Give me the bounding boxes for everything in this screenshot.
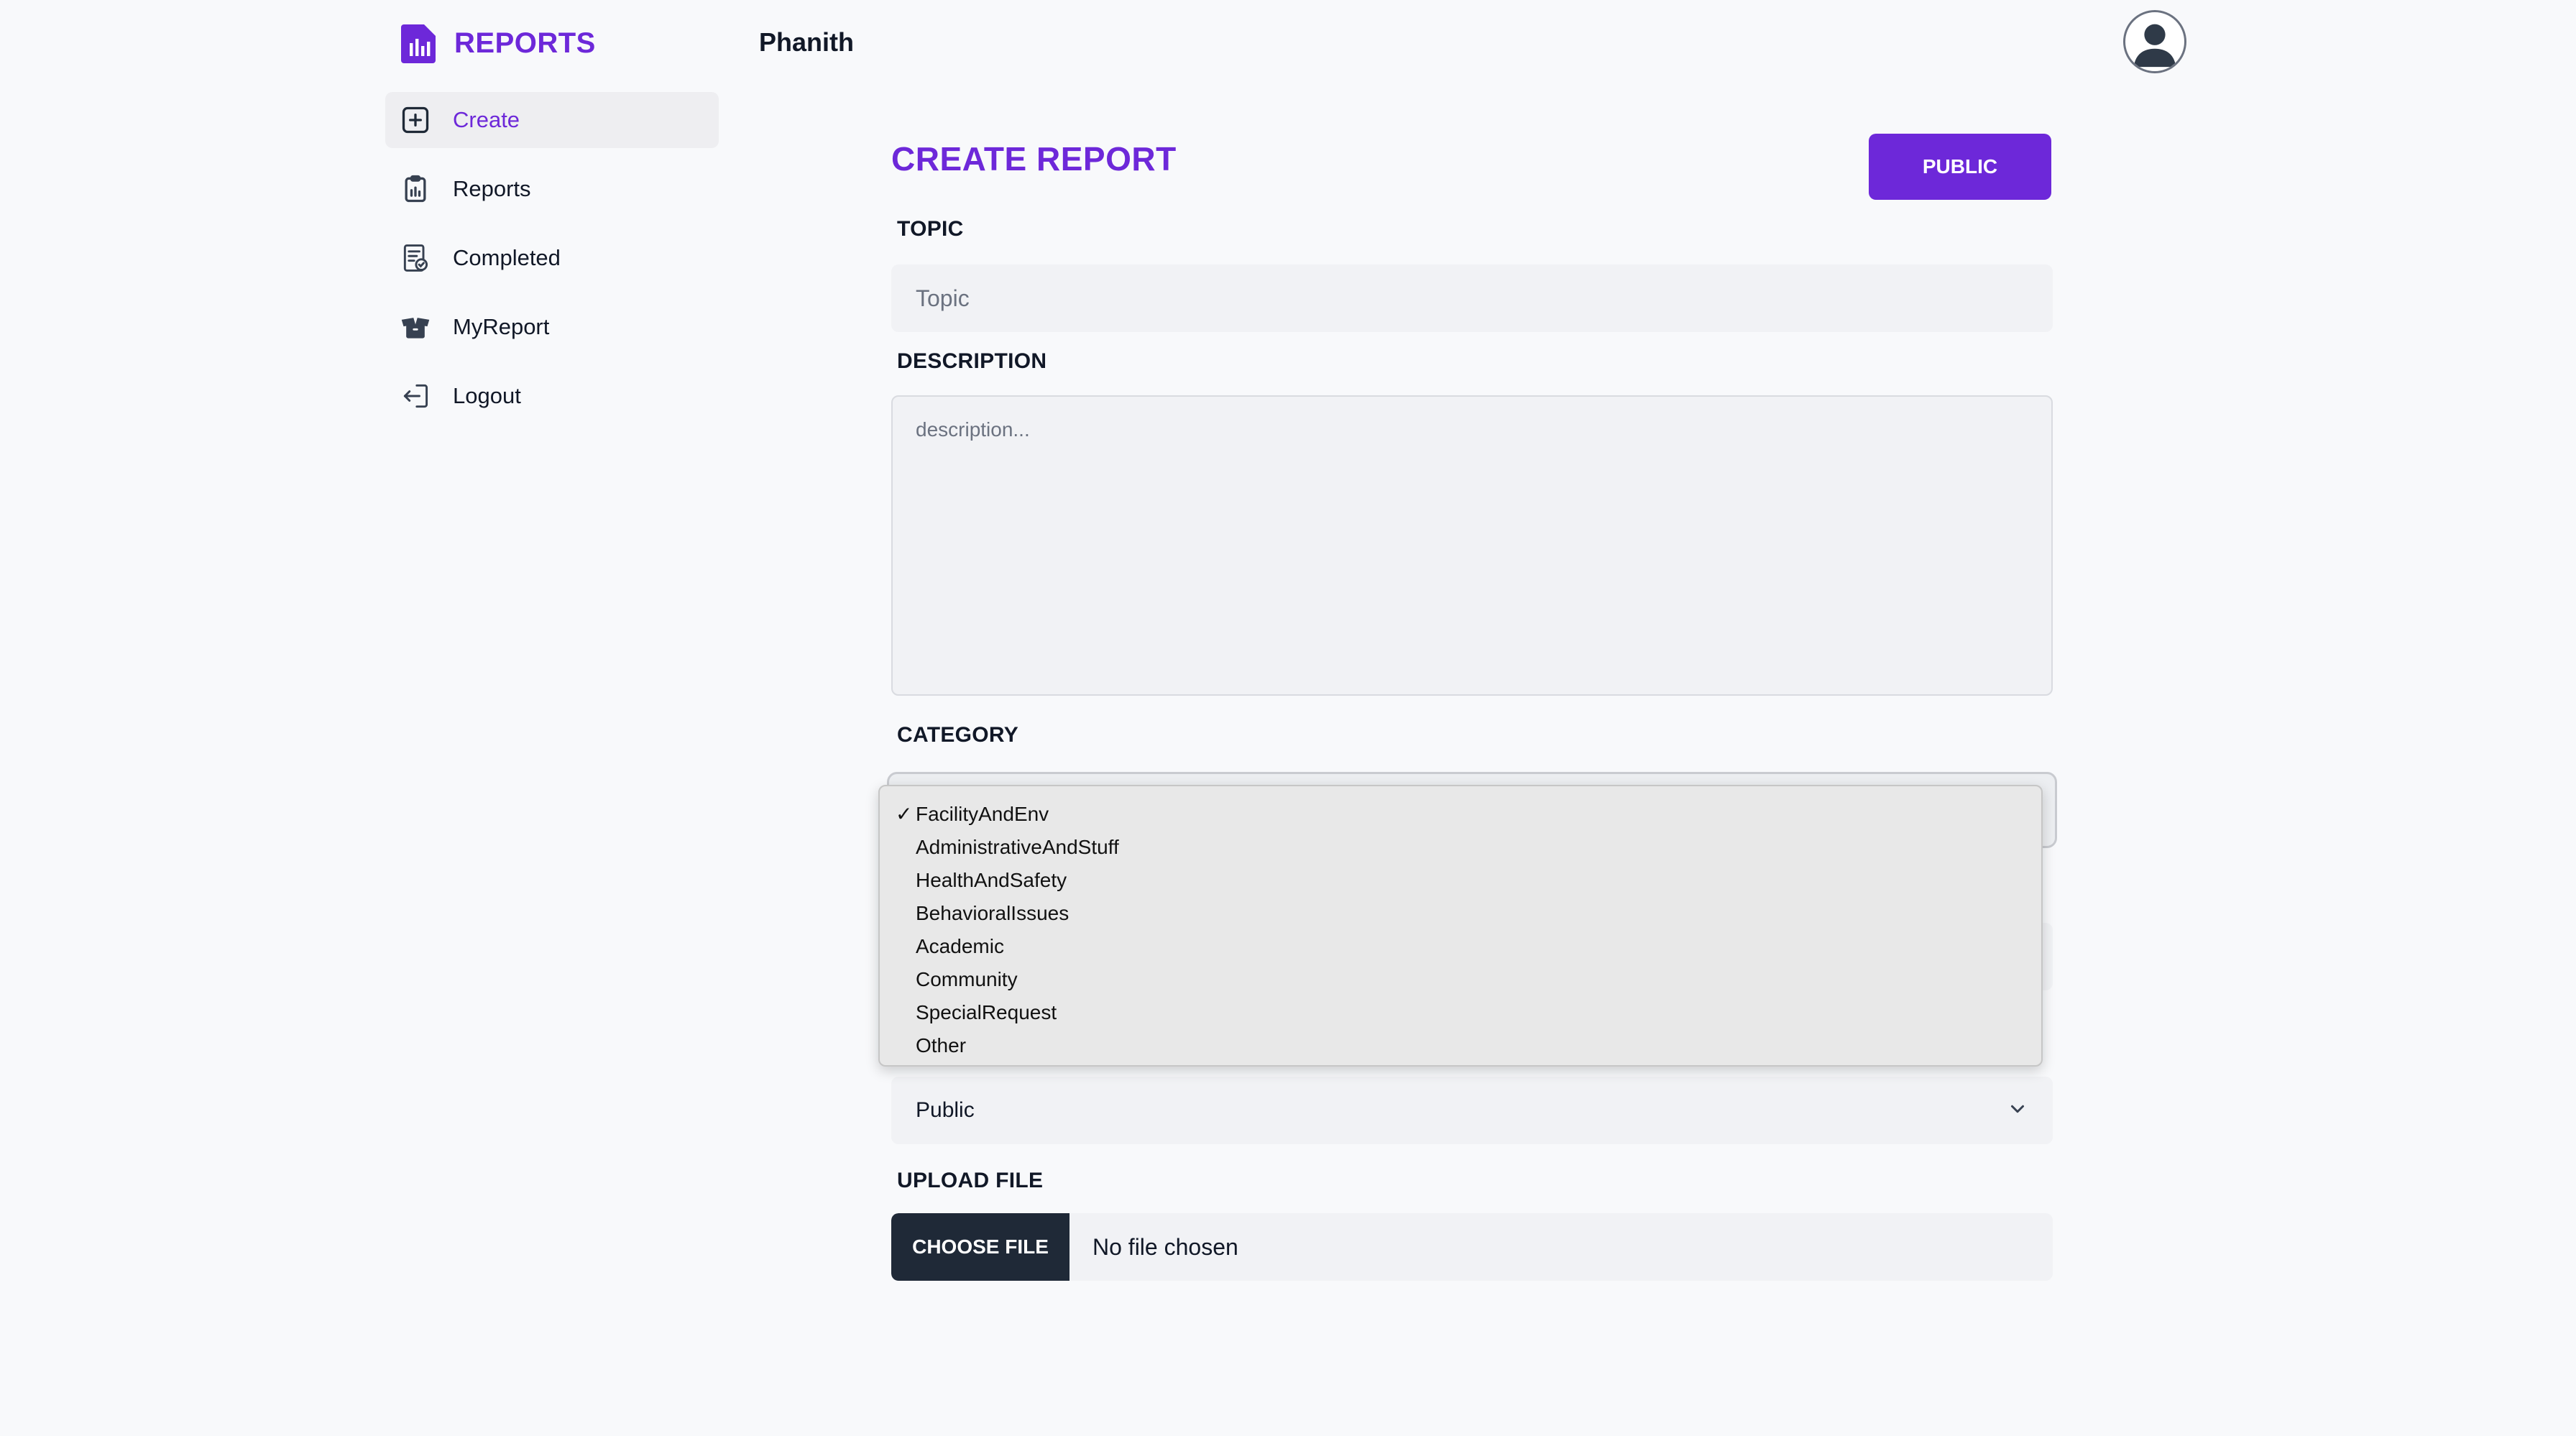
category-option[interactable]: SpecialRequest bbox=[880, 996, 2041, 1029]
checkmark-icon: ✓ bbox=[896, 803, 913, 825]
category-option-label: BehavioralIssues bbox=[916, 902, 1070, 924]
category-option-label: AdministrativeAndStuff bbox=[916, 836, 1119, 858]
category-option[interactable]: Academic bbox=[880, 930, 2041, 963]
sidebar-item-completed[interactable]: Completed bbox=[385, 230, 719, 286]
user-name: Phanith bbox=[759, 27, 854, 57]
sidebar-item-label: Reports bbox=[453, 176, 531, 201]
document-check-icon bbox=[398, 241, 433, 275]
upload-file-label: UPLOAD FILE bbox=[897, 1169, 1044, 1192]
sidebar-item-label: MyReport bbox=[453, 314, 550, 339]
brand-title: REPORTS bbox=[454, 27, 596, 59]
sidebar-item-label: Create bbox=[453, 107, 520, 132]
user-avatar[interactable] bbox=[2123, 10, 2186, 73]
sidebar-item-logout[interactable]: Logout bbox=[385, 368, 719, 424]
report-document-icon bbox=[400, 22, 440, 65]
category-option-label: Community bbox=[916, 968, 1018, 990]
category-option[interactable]: ✓ FacilityAndEnv bbox=[880, 798, 2041, 831]
description-label: DESCRIPTION bbox=[897, 349, 1047, 373]
category-option[interactable]: HealthAndSafety bbox=[880, 864, 2041, 897]
clipboard-chart-icon bbox=[398, 172, 433, 206]
topic-label: TOPIC bbox=[897, 217, 964, 241]
user-avatar-icon bbox=[2133, 24, 2176, 68]
visibility-select[interactable]: Public bbox=[891, 1077, 2053, 1144]
page-title: CREATE REPORT bbox=[891, 140, 1177, 178]
category-option[interactable]: Community bbox=[880, 963, 2041, 996]
category-option-label: Academic bbox=[916, 935, 1004, 957]
sidebar-item-label: Completed bbox=[453, 245, 561, 270]
file-status-text: No file chosen bbox=[1092, 1233, 1238, 1260]
sidebar-item-create[interactable]: Create bbox=[385, 92, 719, 148]
category-option[interactable]: BehavioralIssues bbox=[880, 897, 2041, 930]
sidebar-item-reports[interactable]: Reports bbox=[385, 161, 719, 217]
file-upload-field[interactable]: CHOOSE FILE No file chosen bbox=[891, 1213, 2053, 1281]
category-option-label: HealthAndSafety bbox=[916, 869, 1067, 891]
category-option-label: FacilityAndEnv bbox=[916, 803, 1049, 825]
category-dropdown-list: ✓ FacilityAndEnv AdministrativeAndStuff … bbox=[878, 785, 2043, 1067]
sidebar-item-label: Logout bbox=[453, 383, 521, 408]
brand[interactable]: REPORTS bbox=[400, 22, 596, 65]
category-option-label: SpecialRequest bbox=[916, 1001, 1057, 1023]
chevron-down-icon bbox=[2007, 1098, 2028, 1123]
category-label: CATEGORY bbox=[897, 723, 1019, 747]
open-box-icon bbox=[398, 310, 433, 344]
logout-icon bbox=[398, 379, 433, 413]
choose-file-button[interactable]: CHOOSE FILE bbox=[891, 1213, 1070, 1281]
category-option[interactable]: AdministrativeAndStuff bbox=[880, 831, 2041, 864]
category-option[interactable]: Other bbox=[880, 1029, 2041, 1062]
description-textarea[interactable] bbox=[891, 395, 2053, 696]
sidebar-item-myreport[interactable]: MyReport bbox=[385, 299, 719, 355]
visibility-selected-value: Public bbox=[916, 1098, 975, 1122]
category-option-label: Other bbox=[916, 1034, 967, 1057]
plus-square-icon bbox=[398, 103, 433, 137]
topic-input[interactable] bbox=[891, 264, 2053, 332]
public-button[interactable]: PUBLIC bbox=[1869, 134, 2051, 200]
